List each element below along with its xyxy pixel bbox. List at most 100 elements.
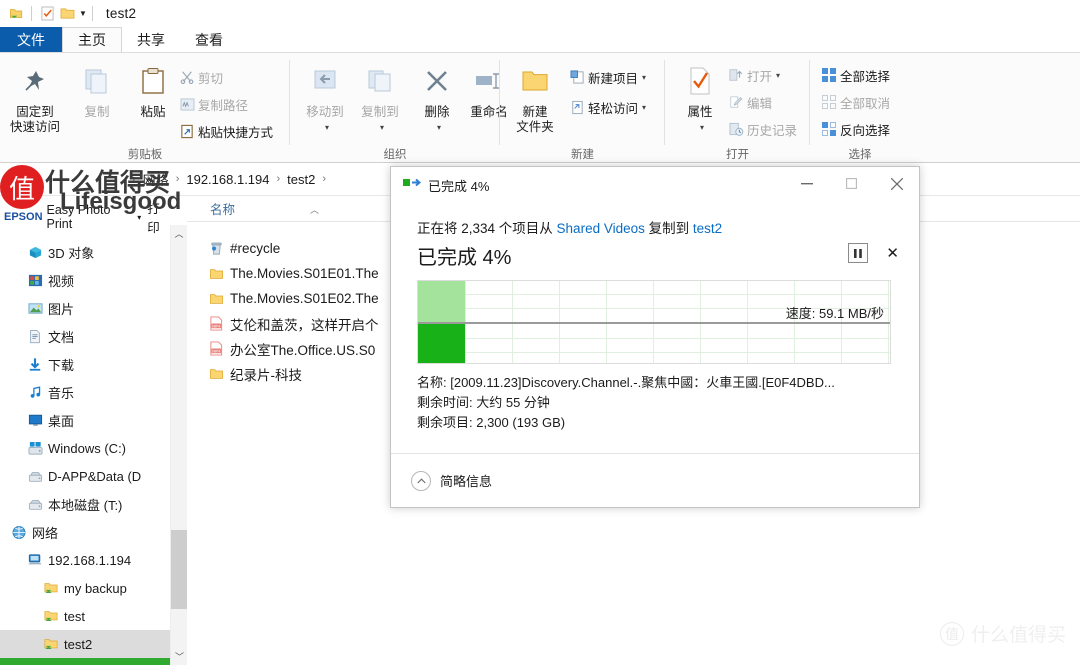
nav-item-11[interactable]: 192.168.1.194 [0, 546, 170, 574]
file-name-label: #recycle [230, 241, 281, 256]
new-item-label: 新建项目 [588, 71, 639, 86]
chevron-down-icon-nav[interactable]: ▾ [137, 213, 141, 222]
dialog-title-bar[interactable]: 已完成 4% [391, 167, 919, 203]
paste-icon [122, 61, 184, 101]
dialog-footer[interactable]: 简略信息 [391, 453, 919, 507]
dialog-maximize-button[interactable] [829, 167, 874, 200]
select-all-button[interactable]: 全部选择 [818, 64, 890, 86]
divider-2 [91, 6, 93, 21]
copy-to-label: 复制到 [361, 105, 399, 119]
new-item-button[interactable]: 新建项目 ▾ [566, 66, 646, 88]
progress-bar-fill [418, 281, 465, 322]
nav-item-6[interactable]: 桌面 [0, 406, 170, 434]
chevron-down-icon-5[interactable]: ▾ [642, 103, 646, 112]
nav-header-easy-photo-print[interactable]: EPSON Easy Photo Print ▾ 打印 [0, 196, 170, 238]
ribbon-group-organize: 移动到 ▾ 复制到 ▾ 删除 ▾ 重命名 组织 [290, 53, 508, 163]
pin-label-2: 快速访问 [9, 120, 60, 134]
easy-photo-print-label: Easy Photo Print [46, 203, 111, 231]
chevron-down-icon-6[interactable]: ▾ [673, 120, 731, 135]
chevron-down-icon-7[interactable]: ▾ [776, 71, 780, 80]
properties-button[interactable]: 属性 ▾ [669, 61, 731, 135]
open-button[interactable]: 打开 ▾ [725, 64, 780, 86]
quick-access-folder-network-icon[interactable] [6, 5, 26, 23]
pin-to-quick-access-button[interactable]: 固定到 快速访问 [4, 61, 66, 135]
dialog-minimize-button[interactable] [784, 167, 829, 200]
invert-selection-button[interactable]: 反向选择 [818, 118, 890, 140]
tab-view[interactable]: 查看 [180, 27, 238, 52]
paste-button[interactable]: 粘贴 [122, 61, 184, 120]
quick-access-chevron-down-icon[interactable]: ▼ [79, 9, 87, 18]
breadcrumb-sep-1: › [175, 173, 180, 185]
nav-item-7[interactable]: Windows (C:) [0, 434, 170, 462]
scroll-down-arrow-icon[interactable]: ﹀ [171, 648, 188, 665]
nav-item-4[interactable]: 下载 [0, 350, 170, 378]
ribbon-group-label-organize: 组织 [383, 149, 407, 161]
tab-share[interactable]: 共享 [122, 27, 180, 52]
recycle-bin-icon [203, 241, 230, 256]
ribbon-group-clipboard: 固定到 快速访问 复制 粘贴 剪切 复制路径 粘贴快捷方式 剪贴板 [0, 53, 290, 163]
detail-items-remaining: 剩余项目: 2,300 (193 GB) [417, 415, 566, 430]
move-to-button[interactable]: 移动到 ▾ [294, 61, 356, 135]
new-folder-label-2: 文件夹 [516, 120, 554, 134]
edit-label: 编辑 [747, 96, 773, 111]
chevron-up-circle-icon[interactable] [411, 470, 431, 491]
drive-icon [22, 469, 48, 483]
documents-icon [22, 329, 48, 344]
dialog-operation-description: 正在将 2,334 个项目从 Shared Videos 复制到 test2 [417, 217, 893, 237]
svg-text:MP4: MP4 [212, 348, 221, 353]
taskbar-sliver [0, 658, 170, 665]
ribbon-group-label-clipboard: 剪贴板 [127, 149, 163, 161]
breadcrumb-item-2[interactable]: test2 [284, 172, 318, 187]
nav-item-0[interactable]: 3D 对象 [0, 238, 170, 266]
tab-file[interactable]: 文件 [0, 27, 62, 52]
dialog-close-button[interactable] [874, 167, 919, 200]
nav-item-5[interactable]: 音乐 [0, 378, 170, 406]
quick-access-checklist-icon[interactable] [37, 5, 57, 23]
chevron-down-icon-2[interactable]: ▾ [353, 120, 411, 135]
nav-item-14[interactable]: test2 [0, 630, 170, 658]
folder-icon [203, 267, 230, 281]
breadcrumb-item-0[interactable]: 网络 [140, 170, 172, 189]
nav-scrollbar-thumb[interactable] [171, 530, 188, 609]
nav-item-8[interactable]: D-APP&Data (D [0, 462, 170, 490]
cancel-transfer-button[interactable]: ✕ [886, 244, 899, 262]
chevron-down-icon-3[interactable]: ▾ [410, 120, 468, 135]
copy-button[interactable]: 复制 [66, 61, 128, 120]
nav-item-1[interactable]: 视频 [0, 266, 170, 294]
nav-item-10[interactable]: 网络 [0, 518, 170, 546]
edit-button[interactable]: 编辑 [725, 91, 772, 113]
quick-access-folder-icon[interactable] [57, 5, 77, 23]
dialog-detail-lines: 名称: [2009.11.23]Discovery.Channel.-.聚焦中國… [417, 373, 893, 433]
nav-item-13[interactable]: test [0, 602, 170, 630]
copy-to-button[interactable]: 复制到 ▾ [349, 61, 411, 135]
print-label: 打印 [147, 202, 160, 235]
breadcrumb-item-1[interactable]: 192.168.1.194 [183, 172, 272, 187]
tab-home[interactable]: 主页 [62, 27, 122, 52]
select-none-button[interactable]: 全部取消 [818, 91, 890, 113]
column-header-name[interactable]: 名称 [187, 199, 235, 218]
network-icon [6, 525, 32, 540]
history-label: 历史记录 [747, 123, 798, 138]
dialog-percent-label: 已完成 4% [417, 247, 512, 269]
nav-item-3[interactable]: 文档 [0, 322, 170, 350]
nav-item-2[interactable]: 图片 [0, 294, 170, 322]
cut-button[interactable]: 剪切 [176, 66, 223, 88]
select-all-icon [818, 68, 840, 82]
paste-shortcut-button[interactable]: 粘贴快捷方式 [176, 120, 273, 142]
videos-icon [22, 273, 48, 288]
nav-item-9[interactable]: 本地磁盘 (T:) [0, 490, 170, 518]
new-folder-button[interactable]: 新建 文件夹 [504, 61, 566, 135]
nav-scrollbar[interactable]: ︿ ﹀ [170, 225, 188, 665]
copy-path-button[interactable]: 复制路径 [176, 93, 248, 115]
history-button[interactable]: 历史记录 [725, 118, 797, 140]
pause-button[interactable] [848, 243, 869, 263]
chevron-down-icon-4[interactable]: ▾ [642, 73, 646, 82]
chevron-down-icon[interactable]: ▾ [298, 120, 356, 135]
paste-label: 粘贴 [140, 105, 166, 119]
easy-access-button[interactable]: 轻松访问 ▾ [566, 96, 646, 118]
nav-item-label: Windows (C:) [48, 440, 127, 456]
ribbon-group-select: 全部选择 全部取消 反向选择 选择 [810, 53, 910, 163]
detail-name: 名称: [2009.11.23]Discovery.Channel.-.聚焦中國… [417, 375, 835, 390]
scroll-up-arrow-icon[interactable]: ︿ [171, 225, 187, 242]
nav-item-12[interactable]: my backup [0, 574, 170, 602]
